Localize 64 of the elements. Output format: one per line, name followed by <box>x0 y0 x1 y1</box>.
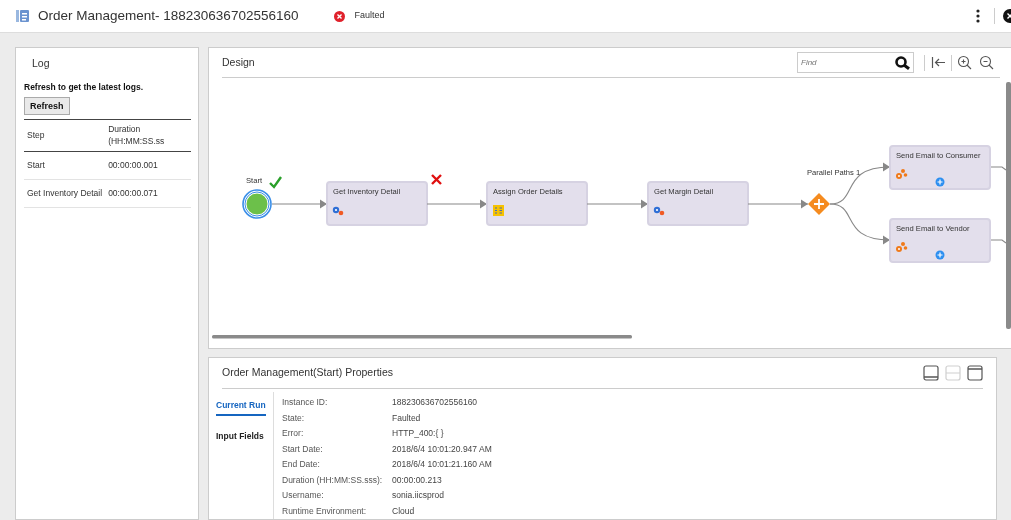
step-card[interactable] <box>889 145 991 190</box>
status-text: Faulted <box>354 9 385 23</box>
field-label: Error: <box>282 427 305 441</box>
field-label: State: <box>282 411 306 425</box>
field-value: Cloud <box>392 504 415 518</box>
panel-title: Order Management(Start) Properties <box>222 365 394 381</box>
field-label: Username: <box>282 489 325 503</box>
tab[interactable]: Input Fields <box>216 427 264 445</box>
start-event[interactable] <box>242 189 272 219</box>
gears-icon <box>653 206 665 216</box>
error-icon <box>334 10 346 22</box>
table-cell: Start <box>24 151 106 180</box>
connector-line <box>990 166 1007 171</box>
field-label: Runtime Environment: <box>282 504 368 518</box>
field-value: HTTP_400:{ } <box>392 427 444 441</box>
add-button[interactable] <box>935 250 945 260</box>
table-cell: 00:00:00.001 <box>105 151 191 180</box>
vertical-scrollbar[interactable] <box>1006 82 1011 329</box>
menu-button[interactable] <box>976 9 980 23</box>
top-layout-button[interactable] <box>967 365 983 381</box>
panel-title: Log <box>32 56 51 71</box>
table-cell: Get Inventory Detail <box>24 179 106 208</box>
table-cell: 00:00:00.071 <box>105 179 191 208</box>
document-icon <box>16 9 30 23</box>
hint-text: Refresh to get the latest logs. <box>24 80 145 94</box>
field-label: End Date: <box>282 458 321 472</box>
search-icon[interactable] <box>894 56 911 70</box>
assignment-icon <box>493 205 504 216</box>
step-card[interactable] <box>889 218 991 263</box>
fit-left-button[interactable] <box>931 55 946 70</box>
field-value: 2018/6/4 10:01:20.947 AM <box>392 442 492 456</box>
connector-arrow <box>426 199 488 209</box>
connector-arrow <box>586 199 649 209</box>
zoom-out-button[interactable] <box>979 55 994 70</box>
column-header: Step <box>24 119 106 152</box>
window-title: Order Management- 188230636702556160 <box>38 6 299 25</box>
field-label: Start Date: <box>282 442 324 456</box>
connector-arrow <box>829 203 891 245</box>
field-value: Faulted <box>392 411 421 425</box>
connector-arrow <box>747 199 809 209</box>
gears-icon <box>896 169 908 179</box>
panel-title: Design <box>222 54 256 70</box>
connector-line <box>990 239 1007 244</box>
step-card[interactable] <box>647 181 749 226</box>
step-card[interactable] <box>326 181 428 226</box>
bottom-layout-button[interactable] <box>923 365 939 381</box>
field-value: 2018/6/4 10:01:21.160 AM <box>392 458 492 472</box>
tab[interactable]: Current Run <box>216 397 266 416</box>
refresh-button[interactable]: Refresh <box>24 96 70 115</box>
field-label: Instance ID: <box>282 396 329 410</box>
add-button[interactable] <box>935 177 945 187</box>
parallel-gateway[interactable] <box>808 193 830 215</box>
step-card[interactable] <box>486 181 588 226</box>
field-value: 188230636702556160 <box>392 396 478 410</box>
connector-arrow <box>271 199 328 209</box>
zoom-in-button[interactable] <box>957 55 972 70</box>
field-label: Duration (HH:MM:SS.sss): <box>282 473 384 487</box>
gears-icon <box>332 206 344 216</box>
horizontal-scrollbar[interactable] <box>212 335 632 339</box>
gears-icon <box>896 242 908 252</box>
field-value: 00:00:00.213 <box>392 473 442 487</box>
search-field[interactable]: Find <box>797 52 914 73</box>
field-value: sonia.iicsprod <box>392 489 444 503</box>
column-header: Duration (HH:MM:SS.ss <box>105 119 191 152</box>
